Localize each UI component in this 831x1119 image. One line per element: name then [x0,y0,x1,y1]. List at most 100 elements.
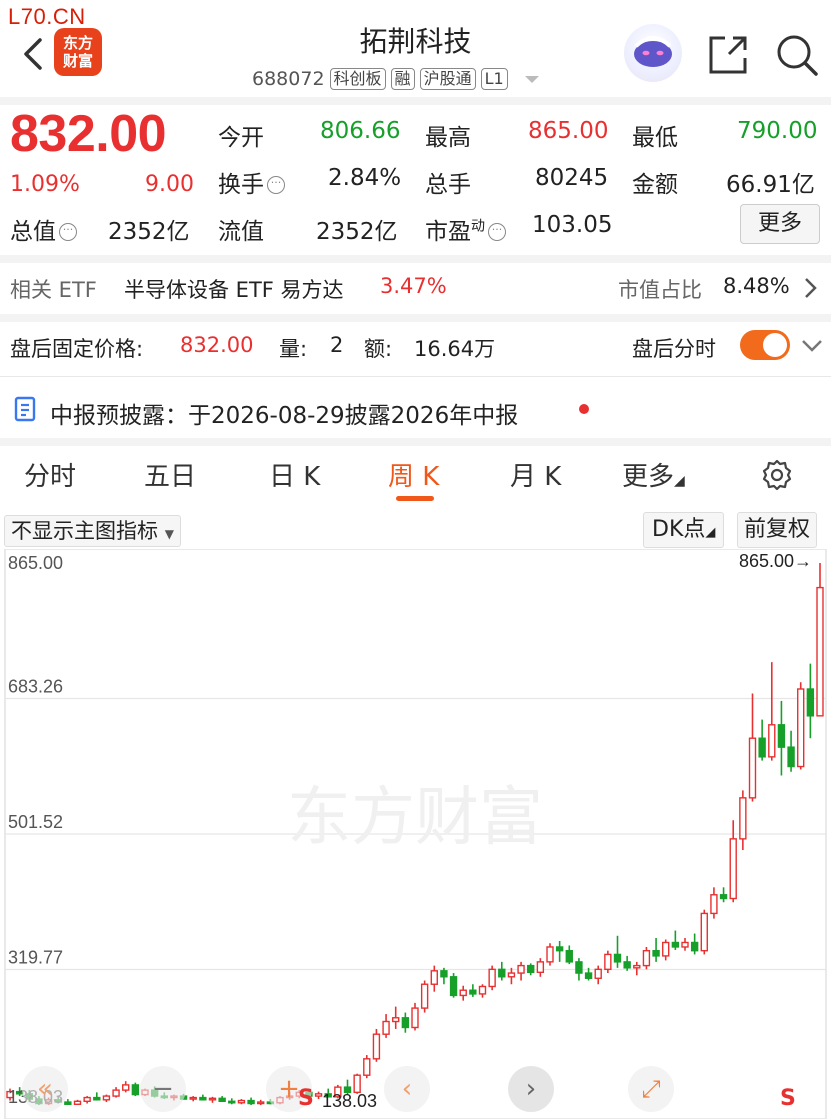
badge-star-market: 科创板 [329,68,386,90]
candle-body [411,1007,419,1029]
volume-label: 总手 [425,172,471,198]
scroll-back-button[interactable]: ‹ [384,1066,430,1112]
candle-body [363,1058,371,1076]
market-share-label: 市值占比 [618,278,702,302]
total-cap-value: 2352亿 [108,219,190,245]
share-icon[interactable] [705,32,751,78]
search-icon[interactable] [774,32,820,78]
adjust-button[interactable]: 前复权 [737,512,818,548]
candle-body [478,985,487,995]
candle-body [729,838,737,900]
after-hours-amt-label: 额: [364,337,393,361]
info-icon: ··· [267,176,285,194]
candle-body [527,964,535,974]
candle-body [555,946,564,952]
candle-body [777,724,786,748]
badge-level: L1 [480,68,508,90]
tab-five-day[interactable]: 五日 [144,456,196,493]
after-hours-amt: 16.64万 [414,337,496,361]
disclosure-text[interactable]: 中报预披露：于2026-08-29披露2026年中报 [50,396,518,430]
candle-body [787,746,795,768]
sell-marker-right: S [780,1086,796,1111]
candle-body [353,1074,361,1094]
turnover-label: 换手 ··· [218,165,285,199]
candle-body [469,989,477,995]
candle-body [536,961,545,974]
indicator-select[interactable]: 不显示主图指标 ▼ [4,515,181,547]
candle-body [623,961,631,969]
after-hours-vol: 2 [330,333,344,357]
expand-icon[interactable]: ⤢ [628,1066,674,1112]
after-hours-vol-label: 量: [279,337,308,361]
candle-body [112,1089,120,1097]
stock-code: 688072 [252,68,325,90]
candle-body [459,989,467,997]
etf-name[interactable]: 半导体设备 ETF 易方达 [124,274,344,304]
y-tick-label: 501.52 [8,812,63,832]
tab-timeshare[interactable]: 分时 [24,456,76,493]
candle-body [73,1100,82,1105]
chevron-right-icon[interactable] [800,276,820,304]
candle-body [739,797,747,840]
candle-body [122,1084,130,1091]
pe-value: 103.05 [532,212,613,238]
kline-chart[interactable]: 东方财富 865.00 683.26 501.52 319.77 138.03 865.… [0,548,831,1119]
tab-monthly-k[interactable]: 月 K [510,456,561,493]
candle-body [382,1020,390,1035]
etf-label: 相关 ETF [10,278,97,302]
candle-body [372,1033,381,1060]
candle-body [257,1101,265,1105]
candle-body [700,912,708,952]
candle-body [565,949,573,963]
toggle-knob [763,333,787,357]
minus-zoom-button[interactable]: − [140,1066,186,1112]
candle-body [575,961,583,974]
after-hours-toggle[interactable] [740,330,790,360]
candle-body [681,941,689,948]
max-price-label: 865.00→ [739,551,812,571]
next-button[interactable]: › [508,1066,554,1112]
tab-weekly-k[interactable]: 周 K [388,456,439,493]
etf-percent: 3.47% [380,274,447,298]
tab-more[interactable]: 更多◢ [622,456,685,493]
more-button[interactable]: 更多 [740,204,820,244]
candle-body [228,1100,236,1104]
low-value: 790.00 [737,118,818,144]
candle-body [594,968,602,979]
candle-body [584,972,593,979]
tab-daily-k[interactable]: 日 K [269,456,320,493]
robot-avatar-icon[interactable] [624,24,682,82]
candle-body [392,1017,400,1023]
candle-body [189,1096,197,1100]
high-label: 最高 [425,125,471,151]
candle-body [507,972,516,978]
volume-value: 80245 [535,165,609,191]
chevron-down-icon[interactable] [800,335,824,359]
candle-body [816,586,824,717]
y-tick-label: 683.26 [8,676,63,696]
red-dot-badge [579,404,589,414]
quote-divider [0,255,831,263]
candle-body [758,737,766,758]
dk-point-button[interactable]: DK点◢ [643,512,725,548]
candle-body [710,894,718,915]
scroll-left-button[interactable]: « [22,1066,68,1112]
chart-watermark: 东方财富 [287,781,543,855]
chevron-down-icon[interactable] [524,75,539,83]
candle-body [546,946,554,963]
candle-body [430,970,438,985]
turnover-value: 2.84% [328,165,402,191]
active-tab-indicator [396,496,434,501]
low-label: 最低 [632,125,678,151]
candle-body [199,1096,207,1101]
candle-body [237,1099,246,1104]
candle-body [690,941,699,952]
candle-body [93,1096,101,1101]
settings-gear-icon[interactable] [760,458,794,499]
min-price-label: 138.03 [322,1091,377,1111]
etf-divider [0,314,831,322]
candle-body [662,941,670,957]
candle-body [633,964,641,969]
change-percent: 1.09% [10,172,80,197]
candle-body [64,1101,72,1105]
